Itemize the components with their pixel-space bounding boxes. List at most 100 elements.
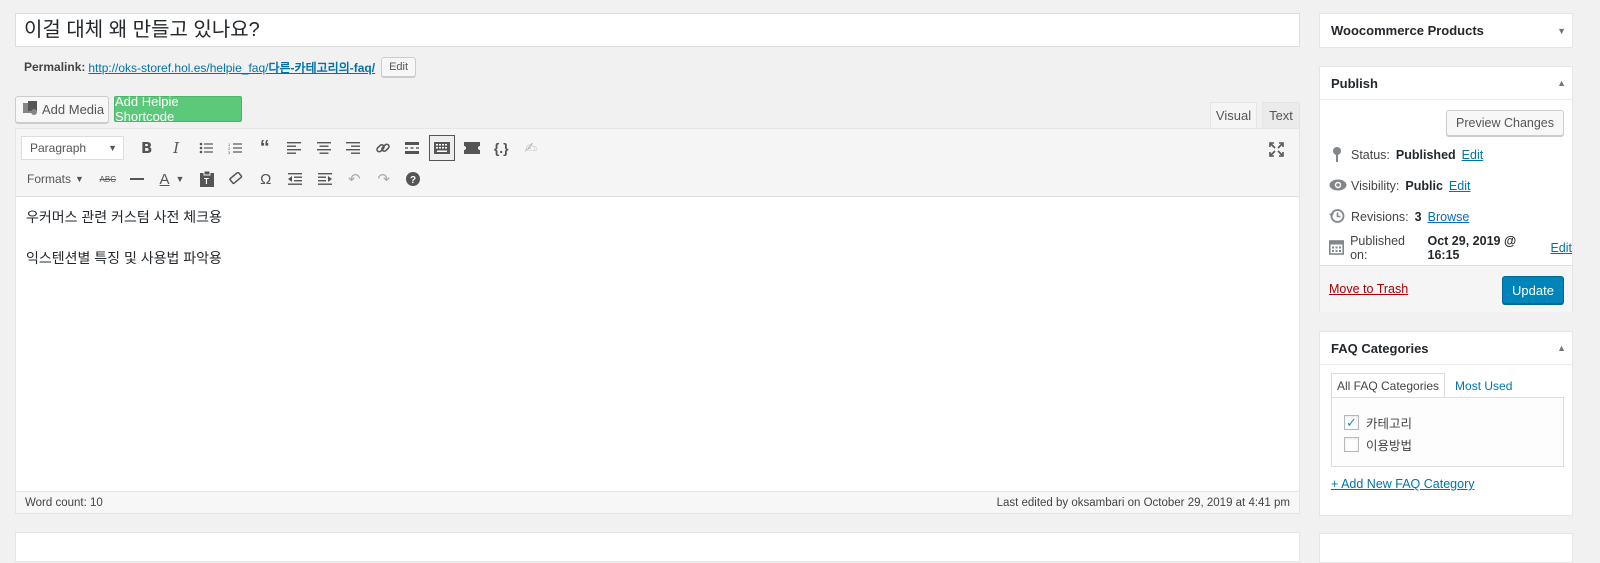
editor-content[interactable]: 우커머스 관련 커스텀 사전 체크용 익스텐션별 특징 및 사용법 파악용 [16,197,1299,473]
permalink-slug: 다른-카테고리의-faq/ [268,60,376,75]
caret-down-icon: ▼ [108,143,117,153]
faq-categories-box: FAQ Categories ▲ All FAQ Categories Most… [1319,331,1573,516]
format-select-value: Paragraph [30,141,87,155]
calendar-icon [1329,239,1345,258]
status-label: Status: [1351,148,1390,162]
help-icon[interactable]: ? [399,166,429,192]
status-edit-link[interactable]: Edit [1462,148,1484,162]
svg-text:?: ? [410,175,416,186]
italic-icon[interactable]: I [162,135,192,161]
woocommerce-products-title: Woocommerce Products [1331,23,1484,38]
preview-changes-button[interactable]: Preview Changes [1446,110,1564,136]
caret-down-icon: ▼ [75,174,84,184]
revisions-row: Revisions: 3 Browse [1329,207,1469,227]
toggle-up-icon[interactable]: ▲ [1557,343,1566,353]
visibility-edit-link[interactable]: Edit [1449,179,1471,193]
paste-text-icon[interactable]: T [192,166,222,192]
published-on-row: Published on: Oct 29, 2019 @ 16:15 Edit [1329,234,1572,262]
add-new-faq-category-link[interactable]: + Add New FAQ Category [1331,477,1474,491]
move-to-trash-link[interactable]: Move to Trash [1329,282,1408,296]
permalink-edit-button[interactable]: Edit [381,57,417,77]
revisions-value: 3 [1414,210,1422,224]
horizontal-line-icon[interactable] [123,166,153,192]
editor-toolbar: Paragraph ▼ B I 123 “ {.} ✍ Formats ▼ AB… [16,129,1299,197]
visibility-row: Visibility: Public Edit [1329,176,1470,196]
clear-formatting-icon[interactable] [222,166,252,192]
editor: Paragraph ▼ B I 123 “ {.} ✍ Formats ▼ AB… [15,128,1300,514]
permalink-label: Permalink: [24,60,86,74]
next-metabox [15,532,1300,562]
read-more-icon[interactable] [398,135,428,161]
link-icon[interactable] [368,135,398,161]
paragraph-format-select[interactable]: Paragraph ▼ [21,136,124,160]
pin-icon [1329,146,1345,165]
published-on-value: Oct 29, 2019 @ 16:15 [1427,234,1517,262]
publish-title: Publish [1331,75,1378,91]
last-edited: Last edited by oksambari on October 29, … [996,496,1290,509]
faq-category-tabs: All FAQ Categories Most Used [1331,373,1517,398]
visibility-label: Visibility: [1351,179,1400,193]
add-media-label: Add Media [42,102,105,117]
post-title-input[interactable]: 이걸 대체 왜 만들고 있나요? [15,13,1300,47]
faq-category-list: ✓ 카테고리 이용방법 [1331,397,1564,467]
category-item[interactable]: ✓ 카테고리 [1344,413,1412,432]
category-item[interactable]: 이용방법 [1344,435,1412,454]
faq-categories-header[interactable]: FAQ Categories ▲ [1320,332,1572,365]
tab-visual[interactable]: Visual [1210,102,1257,128]
permalink-link[interactable]: http://oks-storef.hol.es/helpie_faq/다른-카… [88,59,375,76]
checkbox-checked[interactable]: ✓ [1344,415,1359,430]
undo-icon[interactable]: ↶ [340,166,370,192]
svg-text:T: T [204,177,209,186]
align-right-icon[interactable] [339,135,369,161]
update-button[interactable]: Update [1502,276,1564,304]
woocommerce-products-box: Woocommerce Products ▼ [1319,13,1573,48]
woocommerce-products-header[interactable]: Woocommerce Products ▼ [1320,14,1572,47]
bullet-list-icon[interactable] [191,135,221,161]
blockquote-icon[interactable]: “ [250,135,280,161]
quote-pen-icon[interactable]: ✍ [516,135,546,161]
status-value: Published [1395,148,1456,162]
revisions-label: Revisions: [1351,210,1409,224]
history-icon [1329,208,1345,227]
publish-box: Publish ▲ Preview Changes Status: Publis… [1319,66,1573,312]
redo-icon[interactable]: ↷ [369,166,399,192]
faq-categories-title: FAQ Categories [1331,340,1429,356]
text-color-icon[interactable]: A ▼ [152,166,192,192]
ticket-icon[interactable] [457,135,487,161]
status-row: Status: Published Edit [1329,145,1483,165]
permalink-row: Permalink: http://oks-storef.hol.es/help… [24,55,417,79]
indent-icon[interactable] [310,166,340,192]
published-on-edit-link[interactable]: Edit [1550,241,1572,255]
tab-text[interactable]: Text [1262,102,1300,128]
formats-menu[interactable]: Formats ▼ [21,172,93,186]
outdent-icon[interactable] [281,166,311,192]
strikethrough-icon[interactable]: ABC [93,166,123,192]
tab-most-used[interactable]: Most Used [1445,373,1517,398]
category-label: 카테고리 [1366,417,1413,431]
publish-header[interactable]: Publish ▲ [1320,67,1572,100]
fullscreen-icon[interactable] [1262,136,1292,162]
toggle-up-icon[interactable]: ▲ [1557,78,1566,88]
align-left-icon[interactable] [280,135,310,161]
word-count: Word count: 10 [25,496,103,509]
bold-icon[interactable]: B [132,135,162,161]
publish-actions: Move to Trash Update [1320,265,1572,312]
content-paragraph-1: 우커머스 관련 커스텀 사전 체크용 [26,209,222,225]
formats-label: Formats [27,172,72,186]
media-icon [22,100,38,119]
align-center-icon[interactable] [309,135,339,161]
toggle-down-icon[interactable]: ▼ [1557,26,1566,36]
code-braces-icon[interactable]: {.} [487,135,517,161]
tab-all-faq-categories[interactable]: All FAQ Categories [1331,373,1446,398]
numbered-list-icon[interactable]: 123 [221,135,251,161]
eye-icon [1329,178,1347,194]
add-media-button[interactable]: Add Media [15,96,109,123]
permalink-base: http://oks-storef.hol.es/helpie_faq/ [88,60,269,75]
checkbox-unchecked[interactable] [1344,437,1359,452]
next-sidebar-box [1319,533,1573,563]
revisions-browse-link[interactable]: Browse [1428,210,1470,224]
visibility-value: Public [1405,179,1443,193]
toolbar-toggle-icon[interactable] [429,135,455,161]
special-character-icon[interactable]: Ω [251,166,281,192]
add-helpie-shortcode-button[interactable]: Add Helpie Shortcode [114,94,242,124]
